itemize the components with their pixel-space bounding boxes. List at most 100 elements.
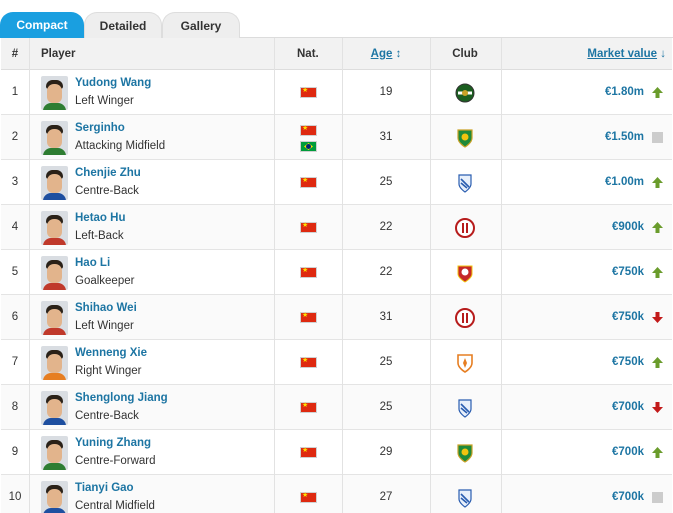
market-value-link[interactable]: €700k xyxy=(612,475,644,513)
player-position: Central Midfield xyxy=(75,500,155,512)
nationality-flags: ★ xyxy=(300,160,317,205)
player-name-link[interactable]: Serginho xyxy=(75,122,125,134)
flag-icon[interactable]: ★ xyxy=(300,87,317,98)
column-header-market-value[interactable]: Market value ↓ xyxy=(587,38,666,70)
flag-icon[interactable]: ★ xyxy=(300,125,317,136)
player-age: 22 xyxy=(379,266,393,278)
trend-unchanged-icon xyxy=(652,492,663,503)
club-badge-icon[interactable] xyxy=(455,488,475,508)
market-value-link[interactable]: €750k xyxy=(612,250,644,295)
club-badge-icon[interactable] xyxy=(455,308,475,328)
player-age: 25 xyxy=(379,176,393,188)
player-photo-icon[interactable] xyxy=(41,301,68,335)
flag-icon[interactable]: ★ xyxy=(300,402,317,413)
player-position: Centre-Forward xyxy=(75,455,156,467)
market-value-link[interactable]: €750k xyxy=(612,340,644,385)
tab-detailed[interactable]: Detailed xyxy=(84,12,162,38)
nationality-flags: ★ xyxy=(300,295,317,340)
row-number: 8 xyxy=(11,401,19,413)
player-name-link[interactable]: Yudong Wang xyxy=(75,77,151,89)
player-age: 25 xyxy=(379,356,393,368)
player-photo-icon[interactable] xyxy=(41,166,68,200)
player-position: Left-Back xyxy=(75,230,124,242)
market-value-link[interactable]: €1.80m xyxy=(605,70,644,115)
flag-icon[interactable]: ★ xyxy=(300,267,317,278)
club-badge-icon[interactable] xyxy=(455,443,475,463)
club-badge-icon[interactable] xyxy=(455,398,475,418)
column-header-number: # xyxy=(11,48,19,60)
sort-icon[interactable]: ↕ xyxy=(396,48,402,60)
market-value-link[interactable]: €900k xyxy=(612,205,644,250)
column-divider xyxy=(29,38,30,513)
flag-icon[interactable]: ★ xyxy=(300,447,317,458)
market-value-link[interactable]: €700k xyxy=(612,430,644,475)
column-divider xyxy=(501,38,502,513)
flag-icon[interactable]: ★ xyxy=(300,312,317,323)
row-number: 4 xyxy=(11,221,19,233)
player-photo-icon[interactable] xyxy=(41,481,68,513)
market-value-link[interactable]: €700k xyxy=(612,385,644,430)
tab-gallery[interactable]: Gallery xyxy=(162,12,240,38)
table-header: # Player Nat. Age ↕ Club Market value ↓ xyxy=(1,38,672,70)
player-photo-icon[interactable] xyxy=(41,391,68,425)
trend-up-icon xyxy=(652,87,663,98)
column-header-player: Player xyxy=(41,48,76,60)
sort-desc-icon[interactable]: ↓ xyxy=(660,48,666,60)
player-position: Left Winger xyxy=(75,320,134,332)
player-name-link[interactable]: Hetao Hu xyxy=(75,212,125,224)
trend-up-icon xyxy=(652,222,663,233)
flag-icon[interactable]: ★ xyxy=(300,492,317,503)
table-row: 7 Wenneng Xie Right Winger ★ 25 €750k xyxy=(1,340,672,385)
player-photo-icon[interactable] xyxy=(41,211,68,245)
nationality-flags: ★ xyxy=(300,385,317,430)
player-photo-icon[interactable] xyxy=(41,76,68,110)
market-value-link[interactable]: €750k xyxy=(612,295,644,340)
trend-down-icon xyxy=(652,312,663,323)
flag-icon[interactable]: ★ xyxy=(300,357,317,368)
player-name-link[interactable]: Hao Li xyxy=(75,257,110,269)
row-number: 3 xyxy=(11,176,19,188)
market-value-link[interactable]: €1.50m xyxy=(605,115,644,160)
club-badge-icon[interactable] xyxy=(455,218,475,238)
player-age: 29 xyxy=(379,446,393,458)
market-value-sort-link[interactable]: Market value xyxy=(587,48,657,60)
player-name-link[interactable]: Shenglong Jiang xyxy=(75,392,168,404)
age-sort-link[interactable]: Age xyxy=(371,48,393,60)
player-name-link[interactable]: Tianyi Gao xyxy=(75,482,134,494)
club-badge-icon[interactable] xyxy=(455,353,475,373)
player-age: 27 xyxy=(379,491,393,503)
player-photo-icon[interactable] xyxy=(41,436,68,470)
player-name-link[interactable]: Chenjie Zhu xyxy=(75,167,141,179)
player-photo-icon[interactable] xyxy=(41,121,68,155)
row-number: 5 xyxy=(11,266,19,278)
player-name-link[interactable]: Yuning Zhang xyxy=(75,437,151,449)
table-row: 1 Yudong Wang Left Winger ★ 19 €1.80m xyxy=(1,70,672,115)
nationality-flags: ★ xyxy=(300,340,317,385)
flag-icon[interactable]: ★ xyxy=(300,177,317,188)
club-badge-icon[interactable] xyxy=(455,83,475,103)
column-divider xyxy=(342,38,343,513)
club-badge-icon[interactable] xyxy=(455,263,475,283)
tab-compact[interactable]: Compact xyxy=(0,12,84,38)
row-number: 2 xyxy=(11,131,19,143)
row-number: 10 xyxy=(8,491,22,503)
table-row: 4 Hetao Hu Left-Back ★ 22 €900k xyxy=(1,205,672,250)
player-position: Centre-Back xyxy=(75,410,139,422)
player-age: 25 xyxy=(379,401,393,413)
trend-up-icon xyxy=(652,357,663,368)
flag-icon[interactable]: ★ xyxy=(300,222,317,233)
player-name-link[interactable]: Shihao Wei xyxy=(75,302,137,314)
club-badge-icon[interactable] xyxy=(455,173,475,193)
player-photo-icon[interactable] xyxy=(41,256,68,290)
player-name-link[interactable]: Wenneng Xie xyxy=(75,347,147,359)
flag-icon[interactable] xyxy=(300,141,317,152)
player-photo-icon[interactable] xyxy=(41,346,68,380)
player-age: 22 xyxy=(379,221,393,233)
market-value-link[interactable]: €1.00m xyxy=(605,160,644,205)
table-row: 9 Yuning Zhang Centre-Forward ★ 29 €700k xyxy=(1,430,672,475)
club-badge-icon[interactable] xyxy=(455,128,475,148)
row-number: 7 xyxy=(11,356,19,368)
player-position: Attacking Midfield xyxy=(75,140,166,152)
nationality-flags: ★ xyxy=(300,70,317,115)
column-header-age[interactable]: Age ↕ xyxy=(343,38,429,70)
